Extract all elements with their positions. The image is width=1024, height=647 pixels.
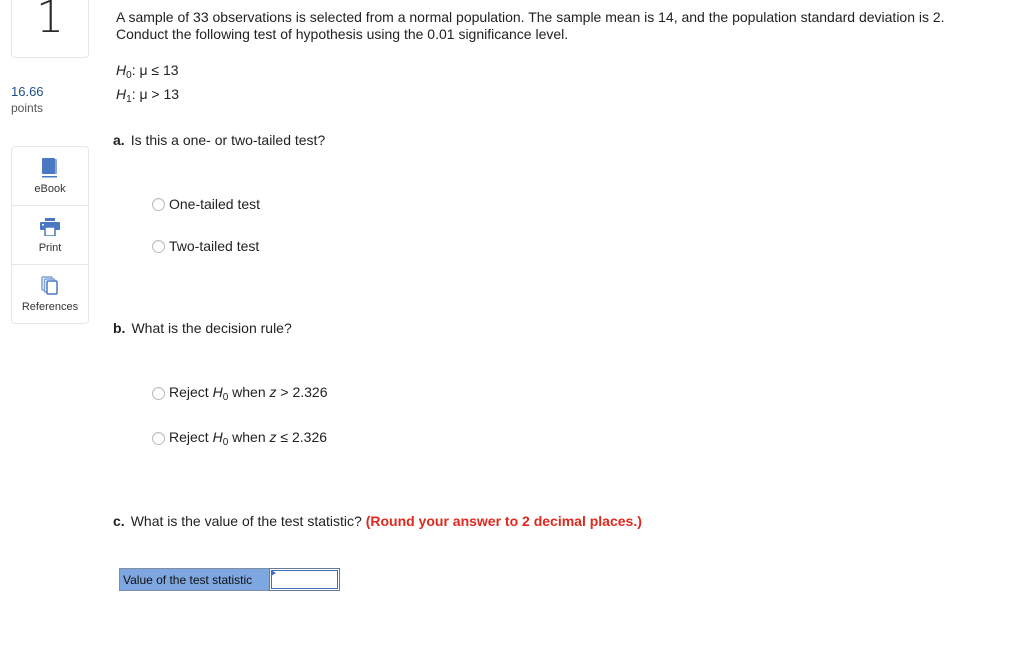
option-mid: when <box>228 429 270 445</box>
alternative-hypothesis: H1: μ > 13 <box>116 85 179 109</box>
hypotheses: H0: μ ≤ 13 H1: μ > 13 <box>116 61 179 109</box>
part-b-text: What is the decision rule? <box>131 320 292 336</box>
print-button[interactable]: Print <box>11 205 89 265</box>
tool-stack: eBook Print References <box>11 146 89 324</box>
option-label: Two-tailed test <box>169 238 260 254</box>
radio-button[interactable] <box>152 239 165 253</box>
h1-symbol: H <box>116 86 127 102</box>
question-number-box: 1 <box>11 0 89 58</box>
question-number: 1 <box>36 0 64 43</box>
documents-icon <box>41 275 59 297</box>
radio-button[interactable] <box>152 387 165 400</box>
part-a-question: a. Is this a one- or two-tailed test? <box>113 132 325 148</box>
z-symbol: z <box>269 384 277 400</box>
null-hypothesis: H0: μ ≤ 13 <box>116 61 179 85</box>
option-prefix: Reject <box>169 384 213 400</box>
ebook-label: eBook <box>34 183 66 195</box>
option-relation: > 2.326 <box>276 384 328 400</box>
part-b-letter: b. <box>113 320 126 336</box>
part-a-text: Is this a one- or two-tailed test? <box>130 132 326 148</box>
points-info: 16.66 points <box>11 84 44 115</box>
option-label: Reject H0 when z ≤ 2.326 <box>169 429 327 448</box>
part-c-letter: c. <box>113 513 125 529</box>
answer-label: Value of the test statistic <box>119 568 269 591</box>
h0-symbol: H <box>116 62 127 78</box>
option-reject-greater[interactable]: Reject H0 when z > 2.326 <box>152 384 328 403</box>
part-c-question: c. What is the value of the test statisti… <box>113 513 642 529</box>
references-button[interactable]: References <box>11 264 89 324</box>
prompt-line-2: Conduct the following test of hypothesis… <box>116 26 569 42</box>
ebook-button[interactable]: eBook <box>11 146 89 206</box>
printer-icon <box>40 216 60 238</box>
z-symbol: z <box>269 429 277 445</box>
references-label: References <box>21 301 79 313</box>
part-c-text: What is the value of the test statistic? <box>130 513 362 529</box>
prompt-line-1: A sample of 33 observations is selected … <box>116 9 945 25</box>
h0-text: : μ ≤ 13 <box>131 62 179 78</box>
h-symbol: H <box>212 384 223 400</box>
rounding-instruction: (Round your answer to 2 decimal places.) <box>365 513 642 529</box>
option-prefix: Reject <box>169 429 213 445</box>
radio-button[interactable] <box>152 432 165 445</box>
option-mid: when <box>228 384 270 400</box>
option-relation: ≤ 2.326 <box>276 429 328 445</box>
radio-button[interactable] <box>152 197 165 211</box>
option-label: One-tailed test <box>169 196 261 212</box>
points-value: 16.66 <box>11 84 44 99</box>
points-label: points <box>11 101 44 115</box>
test-statistic-input[interactable] <box>272 571 335 588</box>
option-two-tailed[interactable]: Two-tailed test <box>152 238 259 254</box>
part-a-letter: a. <box>113 132 125 148</box>
option-reject-less-equal[interactable]: Reject H0 when z ≤ 2.326 <box>152 429 327 448</box>
option-label: Reject H0 when z > 2.326 <box>169 384 328 403</box>
h1-text: : μ > 13 <box>131 86 180 102</box>
question-prompt: A sample of 33 observations is selected … <box>116 9 1016 43</box>
part-b-question: b. What is the decision rule? <box>113 320 292 336</box>
book-icon <box>41 157 59 179</box>
h-symbol: H <box>212 429 223 445</box>
answer-field[interactable] <box>269 568 340 591</box>
answer-row: Value of the test statistic <box>119 568 340 591</box>
option-one-tailed[interactable]: One-tailed test <box>152 196 260 212</box>
print-label: Print <box>38 242 62 254</box>
